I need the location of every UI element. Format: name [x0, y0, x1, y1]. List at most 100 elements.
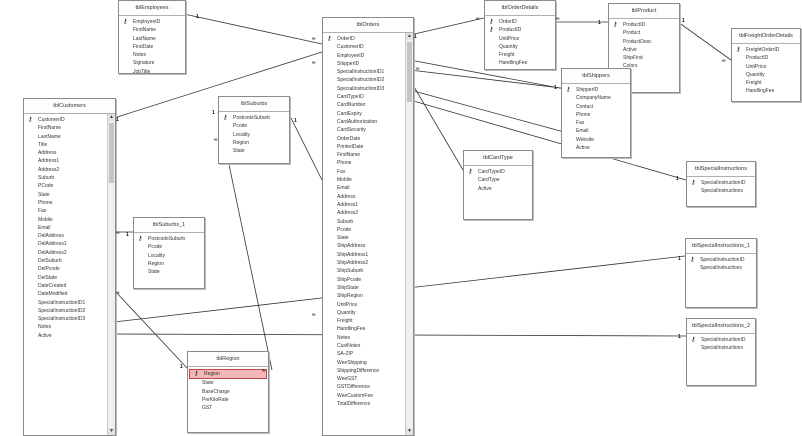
field-item[interactable]: SpecialInstructionID1: [24, 299, 107, 307]
field-item[interactable]: Freight: [732, 79, 800, 87]
table-title[interactable]: tblOrderDetails: [485, 1, 555, 16]
field-item[interactable]: State: [134, 268, 204, 276]
relationship-line[interactable]: [183, 13, 323, 45]
table-tblspecialinstructions_2[interactable]: tblSpecialInstructions_2 ⚷ SpecialInstruct…: [686, 318, 756, 386]
field-item[interactable]: Address: [24, 149, 107, 157]
field-item[interactable]: SpecialInstructions: [686, 264, 756, 272]
field-item[interactable]: CardTypeID: [323, 93, 405, 101]
field-item[interactable]: Freight: [323, 317, 405, 325]
field-item[interactable]: Pcode: [323, 226, 405, 234]
field-item[interactable]: UnitPrice: [323, 301, 405, 309]
field-item[interactable]: Website: [562, 136, 630, 144]
field-item[interactable]: State: [24, 191, 107, 199]
field-item[interactable]: CardSecurity: [323, 126, 405, 134]
field-item[interactable]: JobTitle: [119, 68, 185, 76]
table-title[interactable]: tblFreightOrderDetails: [732, 29, 800, 44]
field-item[interactable]: UnitPrice: [732, 63, 800, 71]
field-item[interactable]: DateModified: [24, 290, 107, 298]
field-item[interactable]: State: [188, 379, 268, 387]
table-title[interactable]: tblShippers: [562, 69, 630, 84]
field-item[interactable]: ShipSuburb: [323, 267, 405, 275]
field-item[interactable]: CardNumber: [323, 101, 405, 109]
table-title[interactable]: tblSpecialInstructions_1: [686, 239, 756, 254]
field-item[interactable]: ShipAddress2: [323, 259, 405, 267]
field-item[interactable]: Locality: [134, 252, 204, 260]
field-item[interactable]: Address2: [323, 209, 405, 217]
field-item[interactable]: Pcode: [219, 122, 289, 130]
table-tblcardtype[interactable]: tblCardType ⚷ CardTypeID CardType Active: [463, 150, 533, 220]
relationship-line[interactable]: [409, 69, 562, 89]
field-item[interactable]: ⚷ ProductID: [485, 26, 555, 34]
table-tblfreightorderdetails[interactable]: tblFreightOrderDetails ⚷ FreightOrderID Pro…: [731, 28, 801, 102]
field-item[interactable]: ShipRegion: [323, 292, 405, 300]
field-item[interactable]: Suburb: [323, 218, 405, 226]
field-item[interactable]: GSTDifference: [323, 383, 405, 391]
field-item[interactable]: SpecialInstructionID3: [323, 85, 405, 93]
field-item[interactable]: Notes: [323, 334, 405, 342]
table-tblspecialinstructions[interactable]: tblSpecialInstructions ⚷ SpecialInstructio…: [686, 161, 756, 207]
field-item[interactable]: Pcode: [134, 243, 204, 251]
table-title[interactable]: tblSuburbs: [219, 97, 289, 112]
field-item[interactable]: ShipAddress: [323, 242, 405, 250]
relationship-line[interactable]: [409, 17, 485, 36]
field-item[interactable]: DelSuburb: [24, 257, 107, 265]
field-item[interactable]: Address2: [24, 166, 107, 174]
field-item[interactable]: ProductID: [732, 54, 800, 62]
table-tblorderdetails[interactable]: tblOrderDetails ⚷ OrderID ⚷ ProductID UnitPri…: [484, 0, 556, 70]
field-item[interactable]: SpecialInstructions: [687, 187, 755, 195]
field-item[interactable]: ⚷ EmployeeID: [119, 18, 185, 26]
table-tblsuburbs[interactable]: tblSuburbs ⚷ PostcodeSuburb Pcode Locality Re…: [218, 96, 290, 164]
field-item[interactable]: ⚷ ShipperID: [562, 86, 630, 94]
field-item[interactable]: ShipState: [323, 284, 405, 292]
field-item[interactable]: ⚷ FreightOrderID: [732, 46, 800, 54]
field-item[interactable]: DelAddress2: [24, 249, 107, 257]
field-item[interactable]: ⚷ SpecialInstructionID: [687, 179, 755, 187]
field-item[interactable]: Quantity: [485, 43, 555, 51]
field-item[interactable]: Address1: [323, 201, 405, 209]
field-item[interactable]: TotalDifference: [323, 400, 405, 408]
field-item[interactable]: ⚷ SpecialInstructionID: [686, 256, 756, 264]
field-item[interactable]: FirstDate: [119, 43, 185, 51]
field-item[interactable]: Locality: [219, 131, 289, 139]
field-item[interactable]: Active: [609, 46, 679, 54]
table-title[interactable]: tblEmployees: [119, 1, 185, 16]
field-item[interactable]: UnitPrice: [485, 35, 555, 43]
field-item[interactable]: CardAuthorization: [323, 118, 405, 126]
field-item[interactable]: LastName: [119, 35, 185, 43]
table-tblspecialinstructions_1[interactable]: tblSpecialInstructions_1 ⚷ SpecialInstruct…: [685, 238, 757, 308]
table-title[interactable]: tblSpecialInstructions: [687, 162, 755, 177]
field-item[interactable]: Address1: [24, 157, 107, 165]
field-item[interactable]: Fax: [562, 119, 630, 127]
field-item[interactable]: FirstName: [323, 151, 405, 159]
field-item[interactable]: CustNotes: [323, 342, 405, 350]
field-item[interactable]: HandlingFee: [732, 87, 800, 95]
field-item[interactable]: SpecialInstructionID1: [323, 68, 405, 76]
vertical-scrollbar[interactable]: ▲ ▼: [107, 114, 115, 435]
field-item[interactable]: Phone: [24, 199, 107, 207]
field-item[interactable]: Phone: [562, 111, 630, 119]
table-tblorders[interactable]: tblOrders ⚷ OrderID CustomerID EmployeeID Shi…: [322, 17, 414, 436]
field-item[interactable]: ⚷ SpecialInstructionID: [687, 336, 755, 344]
relationship-line[interactable]: [677, 21, 732, 61]
field-item[interactable]: PCode: [24, 182, 107, 190]
table-title[interactable]: tblCardType: [464, 151, 532, 166]
table-title[interactable]: tblSpecialInstructions_2: [687, 319, 755, 334]
table-title[interactable]: tblCustomers: [24, 99, 115, 114]
field-item[interactable]: BaseCharge: [188, 388, 268, 396]
field-item[interactable]: FirstName: [119, 26, 185, 34]
scrollbar-thumb[interactable]: [109, 123, 114, 183]
field-item[interactable]: Freight: [485, 51, 555, 59]
field-item[interactable]: Active: [562, 144, 630, 152]
field-item[interactable]: Product: [609, 29, 679, 37]
field-item[interactable]: SpecialInstructions: [687, 344, 755, 352]
field-item[interactable]: DateCreated: [24, 282, 107, 290]
field-item[interactable]: Fax: [24, 207, 107, 215]
field-item[interactable]: Active: [464, 185, 532, 193]
table-title[interactable]: tblRegion: [188, 352, 268, 367]
scroll-up-icon[interactable]: ▲: [108, 114, 115, 121]
field-item[interactable]: SA-ZIP: [323, 350, 405, 358]
field-item[interactable]: ⚷ CustomerID: [24, 116, 107, 124]
field-item[interactable]: ShipPcode: [323, 276, 405, 284]
field-item[interactable]: HandlingFee: [323, 325, 405, 333]
field-item[interactable]: PerKiloRate: [188, 396, 268, 404]
